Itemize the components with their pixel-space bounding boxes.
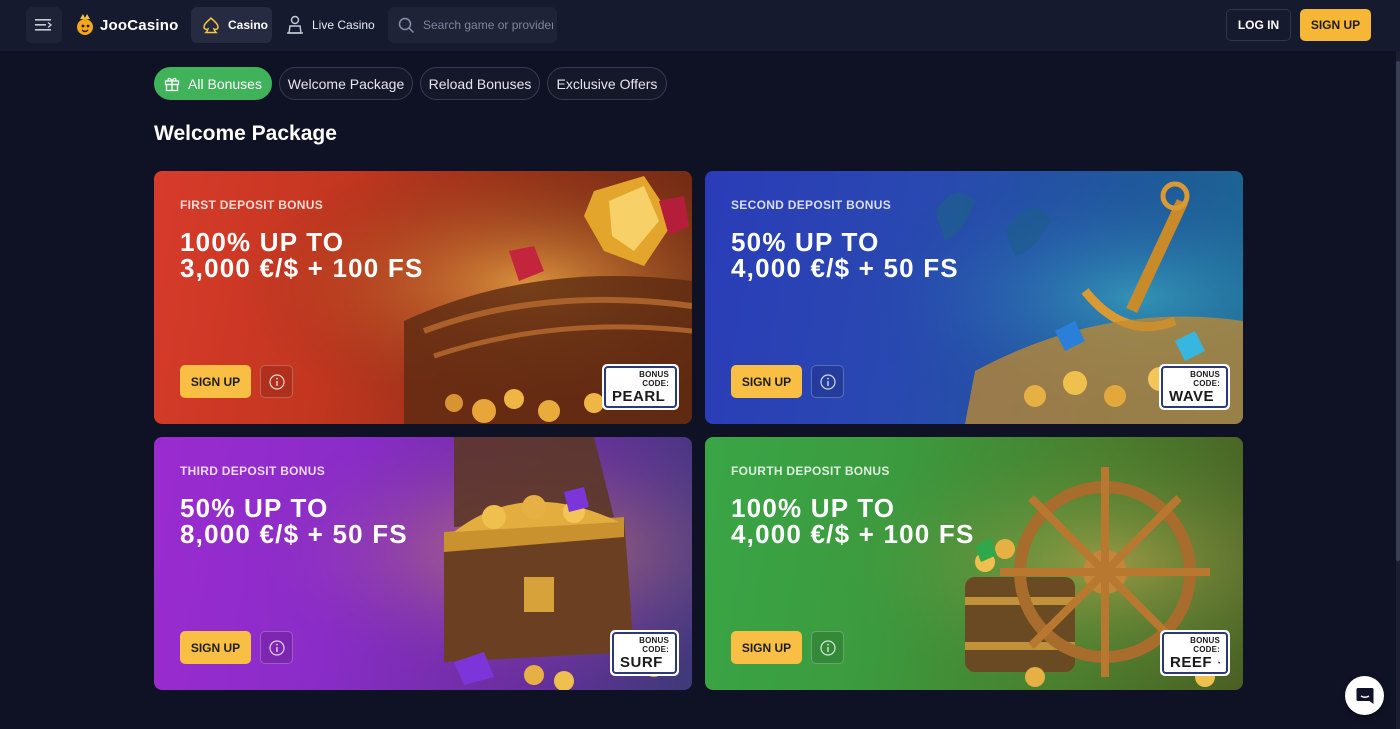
section-title: Welcome Package (154, 122, 337, 145)
card-title: 50% UP TO 8,000 €/$ + 50 FS (180, 495, 500, 547)
card-signup-button[interactable]: SIGN UP (180, 631, 251, 664)
card-title-line2: 8,000 €/$ + 50 FS (180, 519, 408, 549)
tab-reload-bonuses[interactable]: Reload Bonuses (420, 67, 540, 100)
card-title: 50% UP TO 4,000 €/$ + 50 FS (731, 229, 1051, 281)
menu-icon (35, 19, 53, 31)
bonus-code-label: BONUS CODE: (1190, 635, 1220, 654)
site-logo[interactable]: JooCasino (74, 12, 178, 38)
card-label: SECOND DEPOSIT BONUS (731, 198, 892, 212)
card-title-line2: 4,000 €/$ + 100 FS (731, 519, 975, 549)
tab-welcome-package[interactable]: Welcome Package (279, 67, 413, 100)
card-title: 100% UP TO 3,000 €/$ + 100 FS (180, 229, 500, 281)
card-title-line1: 50% UP TO (731, 227, 880, 257)
bonus-card-second: SECOND DEPOSIT BONUS 50% UP TO 4,000 €/$… (705, 171, 1243, 424)
bonus-code-value: REEF (1170, 653, 1213, 671)
chat-button[interactable] (1345, 676, 1384, 715)
bonus-code-box[interactable]: BONUS CODE: REEF (1160, 630, 1230, 676)
bonus-code-label: BONUS CODE: (1190, 369, 1220, 388)
bonus-card-third: THIRD DEPOSIT BONUS 50% UP TO 8,000 €/$ … (154, 437, 692, 690)
logo-icon (77, 14, 93, 35)
card-title-line1: 100% UP TO (180, 227, 345, 257)
tab-label: Exclusive Offers (556, 75, 658, 92)
copy-icon[interactable] (1218, 656, 1220, 669)
bonus-code-label: BONUS CODE: (639, 635, 669, 654)
card-signup-button[interactable]: SIGN UP (180, 365, 251, 398)
card-label: THIRD DEPOSIT BONUS (180, 464, 326, 478)
card-title-line2: 4,000 €/$ + 50 FS (731, 253, 959, 283)
logo-text: JooCasino (100, 16, 179, 34)
card-info-button[interactable] (811, 631, 844, 664)
bonus-code-label: BONUS CODE: (639, 369, 669, 388)
tab-label: Reload Bonuses (428, 75, 532, 92)
info-icon (819, 373, 836, 390)
card-title: 100% UP TO 4,000 €/$ + 100 FS (731, 495, 1051, 547)
nav-live-casino[interactable]: Live Casino (286, 7, 375, 43)
dealer-icon (287, 15, 303, 34)
tab-label: Welcome Package (287, 75, 405, 92)
login-button[interactable]: LOG IN (1226, 9, 1291, 41)
nav-casino-label: Casino (228, 18, 269, 32)
nav-casino[interactable]: Casino (191, 7, 272, 43)
card-title-line1: 50% UP TO (180, 493, 329, 523)
card-label: FIRST DEPOSIT BONUS (180, 198, 324, 212)
gift-icon (164, 77, 180, 91)
info-icon (819, 639, 836, 656)
bonus-code-value: SURF (620, 653, 663, 671)
search-input[interactable] (423, 18, 553, 32)
card-signup-button[interactable]: SIGN UP (731, 365, 802, 398)
info-icon (268, 373, 285, 390)
info-icon (268, 639, 285, 656)
bonus-code-box[interactable]: BONUS CODE: WAVE (1159, 364, 1230, 410)
card-title-line2: 3,000 €/$ + 100 FS (180, 253, 424, 283)
header-signup-button[interactable]: SIGN UP (1300, 9, 1371, 41)
bonus-card-fourth: FOURTH DEPOSIT BONUS 100% UP TO 4,000 €/… (705, 437, 1243, 690)
bonus-code-box[interactable]: BONUS CODE: PEARL (602, 364, 679, 410)
bonus-code-value: PEARL (612, 387, 666, 405)
nav-live-label: Live Casino (312, 18, 375, 32)
card-info-button[interactable] (811, 365, 844, 398)
tab-all-bonuses[interactable]: All Bonuses (154, 67, 272, 100)
bonus-card-first: FIRST DEPOSIT BONUS 100% UP TO 3,000 €/$… (154, 171, 692, 424)
bonus-code-value: WAVE (1169, 387, 1215, 405)
card-signup-button[interactable]: SIGN UP (731, 631, 802, 664)
tab-exclusive-offers[interactable]: Exclusive Offers (547, 67, 667, 100)
spade-icon (203, 16, 219, 34)
card-label: FOURTH DEPOSIT BONUS (731, 464, 890, 478)
bonus-code-box[interactable]: BONUS CODE: SURF (610, 630, 679, 676)
chat-icon (1356, 687, 1373, 704)
card-title-line1: 100% UP TO (731, 493, 896, 523)
scrollbar[interactable] (1396, 51, 1400, 729)
search-icon (398, 17, 415, 33)
scrollbar-thumb[interactable] (1396, 61, 1400, 561)
card-info-button[interactable] (260, 631, 293, 664)
search-box[interactable] (388, 7, 557, 43)
card-info-button[interactable] (260, 365, 293, 398)
menu-button[interactable] (26, 7, 62, 43)
top-header: JooCasino Casino Live Casino LOG IN SIGN… (0, 0, 1400, 51)
tab-label: All Bonuses (188, 75, 262, 92)
